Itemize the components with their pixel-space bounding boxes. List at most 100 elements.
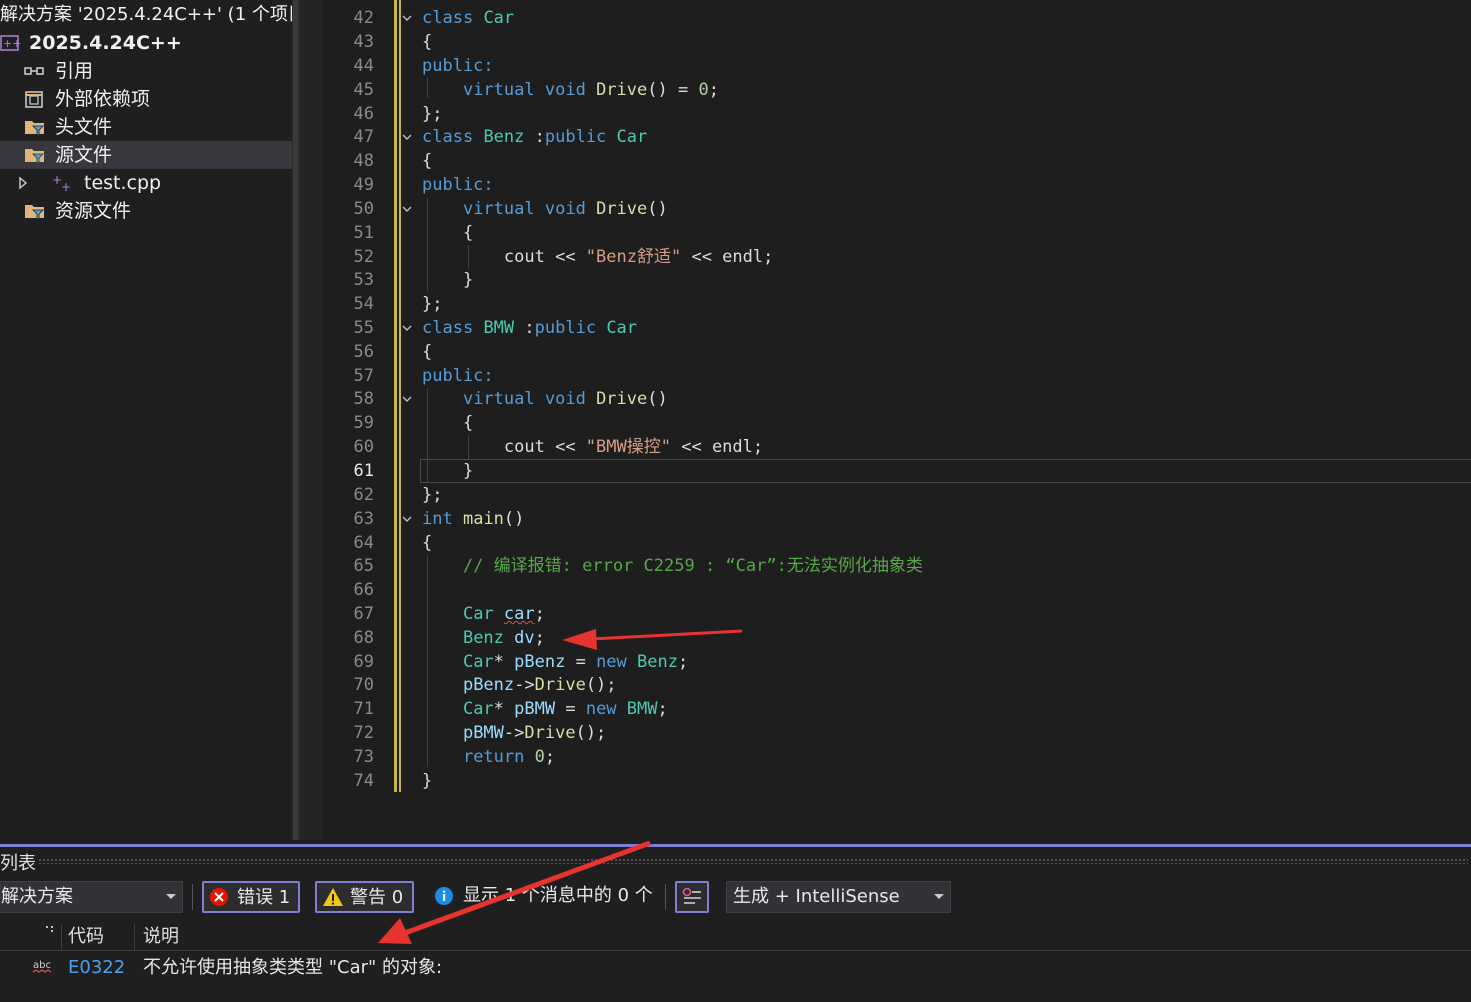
cpp-file-icon: + +	[52, 173, 71, 193]
code-editor[interactable]: 42 43 44 45 46 47 48 49 50 51 52 53 54 5…	[322, 0, 1471, 840]
code-line-70: pBenz->Drive();	[462, 675, 617, 695]
panel-drag-handle[interactable]	[38, 858, 1468, 864]
code-line-65: // 编译报错: error C2259 : “Car”:无法实例化抽象类	[462, 556, 923, 576]
info-icon	[435, 887, 453, 905]
filter-list-icon	[682, 887, 701, 904]
explorer-item-label: 源文件	[55, 144, 113, 166]
code-line-64: {	[422, 533, 433, 553]
line-number: 50	[353, 199, 374, 219]
explorer-item-label: test.cpp	[84, 172, 162, 194]
chevron-down-icon	[934, 894, 944, 899]
line-number: 44	[353, 56, 374, 76]
code-line-51: {	[422, 223, 474, 243]
code-line-68: Benz dv;	[462, 628, 545, 648]
scope-dropdown[interactable]: 解决方案	[0, 881, 183, 913]
filter-folder-icon	[25, 149, 44, 164]
explorer-item-label: 资源文件	[55, 200, 132, 222]
code-line-58: virtual void Drive()	[462, 389, 668, 409]
line-number-current: 61	[353, 461, 374, 481]
line-number: 59	[353, 413, 374, 433]
code-line-62: };	[422, 485, 443, 505]
line-number: 48	[353, 151, 374, 171]
code-line-44: public:	[422, 56, 494, 76]
references-icon	[24, 67, 44, 75]
fold-chevron-icon[interactable]	[400, 125, 414, 149]
code-line-56: {	[422, 342, 433, 362]
code-line-74: }	[422, 771, 433, 791]
fold-chevron-icon[interactable]	[400, 387, 414, 411]
line-number: 57	[353, 366, 374, 386]
code-line-72: pBMW->Drive();	[462, 723, 607, 743]
fold-chevron-icon[interactable]	[400, 6, 414, 30]
line-number: 71	[353, 699, 374, 719]
code-line-60: cout << "BMW操控" << endl;	[503, 437, 764, 457]
code-line-49: public:	[422, 175, 494, 195]
line-number: 45	[353, 80, 374, 100]
code-line-47: class Benz :public Car	[422, 127, 648, 147]
line-number: 52	[353, 247, 374, 267]
column-header-code[interactable]: 代码	[68, 923, 104, 951]
line-number: 64	[353, 533, 374, 553]
project-name: 2025.4.24C++	[29, 32, 182, 54]
filter-toggle-button[interactable]	[675, 881, 709, 913]
line-number: 65	[353, 556, 374, 576]
line-number: 69	[353, 652, 374, 672]
code-line-59: {	[422, 413, 474, 433]
current-line-highlight	[420, 459, 1471, 483]
error-description: 不允许使用抽象类类型 "Car" 的对象:	[143, 957, 443, 978]
filter-folder-icon	[25, 121, 44, 136]
line-number: 74	[353, 771, 374, 791]
line-number: 47	[353, 127, 374, 147]
explorer-scrollbar-thumb[interactable]	[293, 0, 298, 840]
code-line-67: Car car;	[462, 604, 545, 624]
code-line-50: virtual void Drive()	[462, 199, 668, 219]
code-line-53: }	[422, 270, 474, 290]
fold-chevron-icon[interactable]	[400, 197, 414, 221]
code-line-42: class Car	[422, 8, 515, 28]
code-line-71: Car* pBMW = new BMW;	[462, 699, 668, 719]
filter-folder-icon	[25, 205, 44, 220]
code-line-48: {	[422, 151, 433, 171]
code-line-52: cout << "Benz舒适" << endl;	[503, 247, 774, 267]
toolbar-separator	[665, 884, 666, 910]
svg-text:++: ++	[3, 37, 21, 50]
code-line-63: int main()	[422, 509, 525, 529]
external-deps-icon	[25, 91, 43, 108]
error-squiggle: car	[503, 604, 535, 624]
line-number: 72	[353, 723, 374, 743]
column-divider[interactable]	[61, 924, 62, 950]
error-list-panel: 列表 解决方案 错误 1 警告 0 显示 1 个消息中的 0 个 生成 + In…	[0, 844, 1471, 1002]
code-line-45: virtual void Drive() = 0;	[462, 80, 719, 100]
line-number: 66	[353, 580, 374, 600]
chevron-down-icon	[166, 894, 176, 899]
column-divider[interactable]	[134, 924, 135, 950]
line-number: 58	[353, 389, 374, 409]
line-number: 51	[353, 223, 374, 243]
warnings-filter-toggle[interactable]: 警告 0	[315, 881, 414, 913]
svg-text:+: +	[61, 180, 71, 193]
code-line-55: class BMW :public Car	[422, 318, 638, 338]
explorer-item-label: 引用	[55, 60, 94, 82]
expand-chevron-icon[interactable]	[16, 173, 30, 193]
fold-chevron-icon[interactable]	[400, 507, 414, 531]
code-line-61: }	[422, 461, 474, 481]
code-line-69: Car* pBenz = new Benz;	[462, 652, 689, 672]
error-code-link[interactable]: E0322	[68, 954, 125, 982]
change-tracking-bar	[394, 0, 397, 792]
column-header-description[interactable]: 说明	[143, 923, 179, 951]
warning-icon	[323, 888, 343, 906]
errors-filter-toggle[interactable]: 错误 1	[202, 881, 300, 913]
line-number: 56	[353, 342, 374, 362]
column-sort-icon[interactable]	[44, 925, 58, 937]
fold-chevron-icon[interactable]	[400, 316, 414, 340]
messages-filter-toggle[interactable]: 显示 1 个消息中的 0 个	[430, 881, 662, 913]
code-line-43: {	[422, 32, 433, 52]
line-number: 43	[353, 32, 374, 52]
build-filter-dropdown[interactable]: 生成 + IntelliSense	[726, 881, 951, 913]
explorer-item-source-files[interactable]: 源文件	[0, 141, 292, 169]
line-number: 73	[353, 747, 374, 767]
editor-margin	[300, 0, 322, 840]
line-number: 53	[353, 270, 374, 290]
messages-count: 显示 1 个消息中的 0 个	[463, 885, 653, 906]
warnings-count: 警告 0	[350, 887, 404, 908]
